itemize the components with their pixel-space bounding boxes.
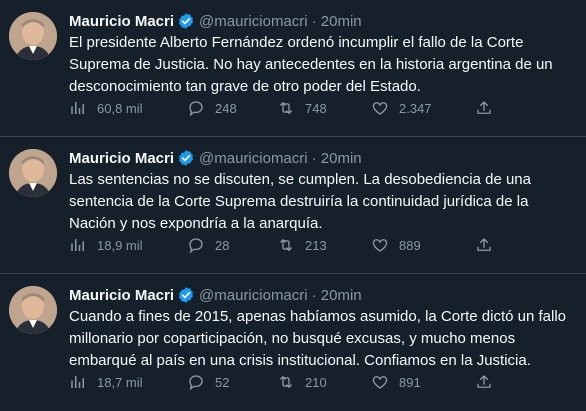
reply-count: 248	[215, 100, 237, 116]
views-icon	[71, 239, 84, 251]
reply-button[interactable]: 28	[187, 235, 229, 255]
views-count: 18,7 mil	[97, 374, 143, 390]
author-handle[interactable]: @mauriciomacri	[199, 13, 308, 30]
retweet-button[interactable]: 210	[277, 372, 327, 392]
retweet-count: 213	[305, 237, 327, 253]
like-count: 889	[399, 237, 421, 253]
tweet[interactable]: Mauricio Macri @mauriciomacri · 20min Cu…	[0, 274, 586, 411]
tweet-time[interactable]: · 20min	[312, 287, 362, 304]
tweet-actions: 18,7 mil 52 210 891	[69, 372, 499, 392]
retweet-button[interactable]: 748	[277, 98, 327, 118]
avatar[interactable]	[9, 12, 57, 60]
avatar[interactable]	[9, 286, 57, 334]
tweet-text: El presidente Alberto Fernández ordenó i…	[69, 34, 553, 95]
reply-button[interactable]: 52	[187, 372, 229, 392]
tweet-actions: 60,8 mil 248 748 2.347	[69, 98, 499, 118]
views-button[interactable]: 18,7 mil	[69, 372, 143, 392]
reply-count: 28	[215, 237, 230, 253]
verified-badge-icon	[177, 286, 195, 304]
tweet-time[interactable]: · 20min	[312, 150, 362, 167]
like-icon	[372, 102, 388, 115]
like-icon	[372, 376, 388, 389]
retweet-icon	[280, 102, 292, 114]
author-handle[interactable]: @mauriciomacri	[199, 287, 308, 304]
views-button[interactable]: 18,9 mil	[69, 235, 143, 255]
share-button[interactable]	[475, 98, 493, 118]
verified-badge-icon	[177, 12, 195, 30]
reply-count: 52	[215, 374, 230, 390]
views-button[interactable]: 60,8 mil	[69, 98, 143, 118]
author-name[interactable]: Mauricio Macri	[69, 287, 174, 304]
like-button[interactable]: 891	[371, 372, 421, 392]
like-count: 2.347	[399, 100, 432, 116]
tweet-text: Las sentencias no se discuten, se cumple…	[69, 171, 531, 232]
author-handle[interactable]: @mauriciomacri	[199, 150, 308, 167]
views-count: 60,8 mil	[97, 100, 143, 116]
avatar[interactable]	[9, 149, 57, 197]
views-icon	[71, 102, 84, 114]
share-icon	[477, 101, 491, 114]
reply-icon	[189, 238, 203, 254]
verified-badge-icon	[177, 149, 195, 167]
tweet-text: Cuando a fines de 2015, apenas habíamos …	[69, 308, 566, 369]
reply-icon	[189, 375, 203, 391]
retweet-button[interactable]: 213	[277, 235, 327, 255]
like-button[interactable]: 2.347	[371, 98, 432, 118]
share-icon	[477, 238, 491, 251]
retweet-count: 210	[305, 374, 327, 390]
retweet-icon	[280, 376, 292, 388]
timeline: Mauricio Macri @mauriciomacri · 20min El…	[0, 0, 586, 411]
reply-icon	[189, 101, 203, 117]
retweet-icon	[280, 239, 292, 251]
author-name[interactable]: Mauricio Macri	[69, 13, 174, 30]
author-name[interactable]: Mauricio Macri	[69, 150, 174, 167]
share-button[interactable]	[475, 372, 493, 392]
tweet[interactable]: Mauricio Macri @mauriciomacri · 20min La…	[0, 137, 586, 274]
tweet-actions: 18,9 mil 28 213 889	[69, 235, 499, 255]
share-button[interactable]	[475, 235, 493, 255]
like-icon	[372, 239, 388, 252]
like-count: 891	[399, 374, 421, 390]
views-icon	[71, 376, 84, 388]
retweet-count: 748	[305, 100, 327, 116]
tweet[interactable]: Mauricio Macri @mauriciomacri · 20min El…	[0, 0, 586, 137]
like-button[interactable]: 889	[371, 235, 421, 255]
tweet-time[interactable]: · 20min	[312, 13, 362, 30]
reply-button[interactable]: 248	[187, 98, 237, 118]
share-icon	[477, 375, 491, 388]
views-count: 18,9 mil	[97, 237, 143, 253]
